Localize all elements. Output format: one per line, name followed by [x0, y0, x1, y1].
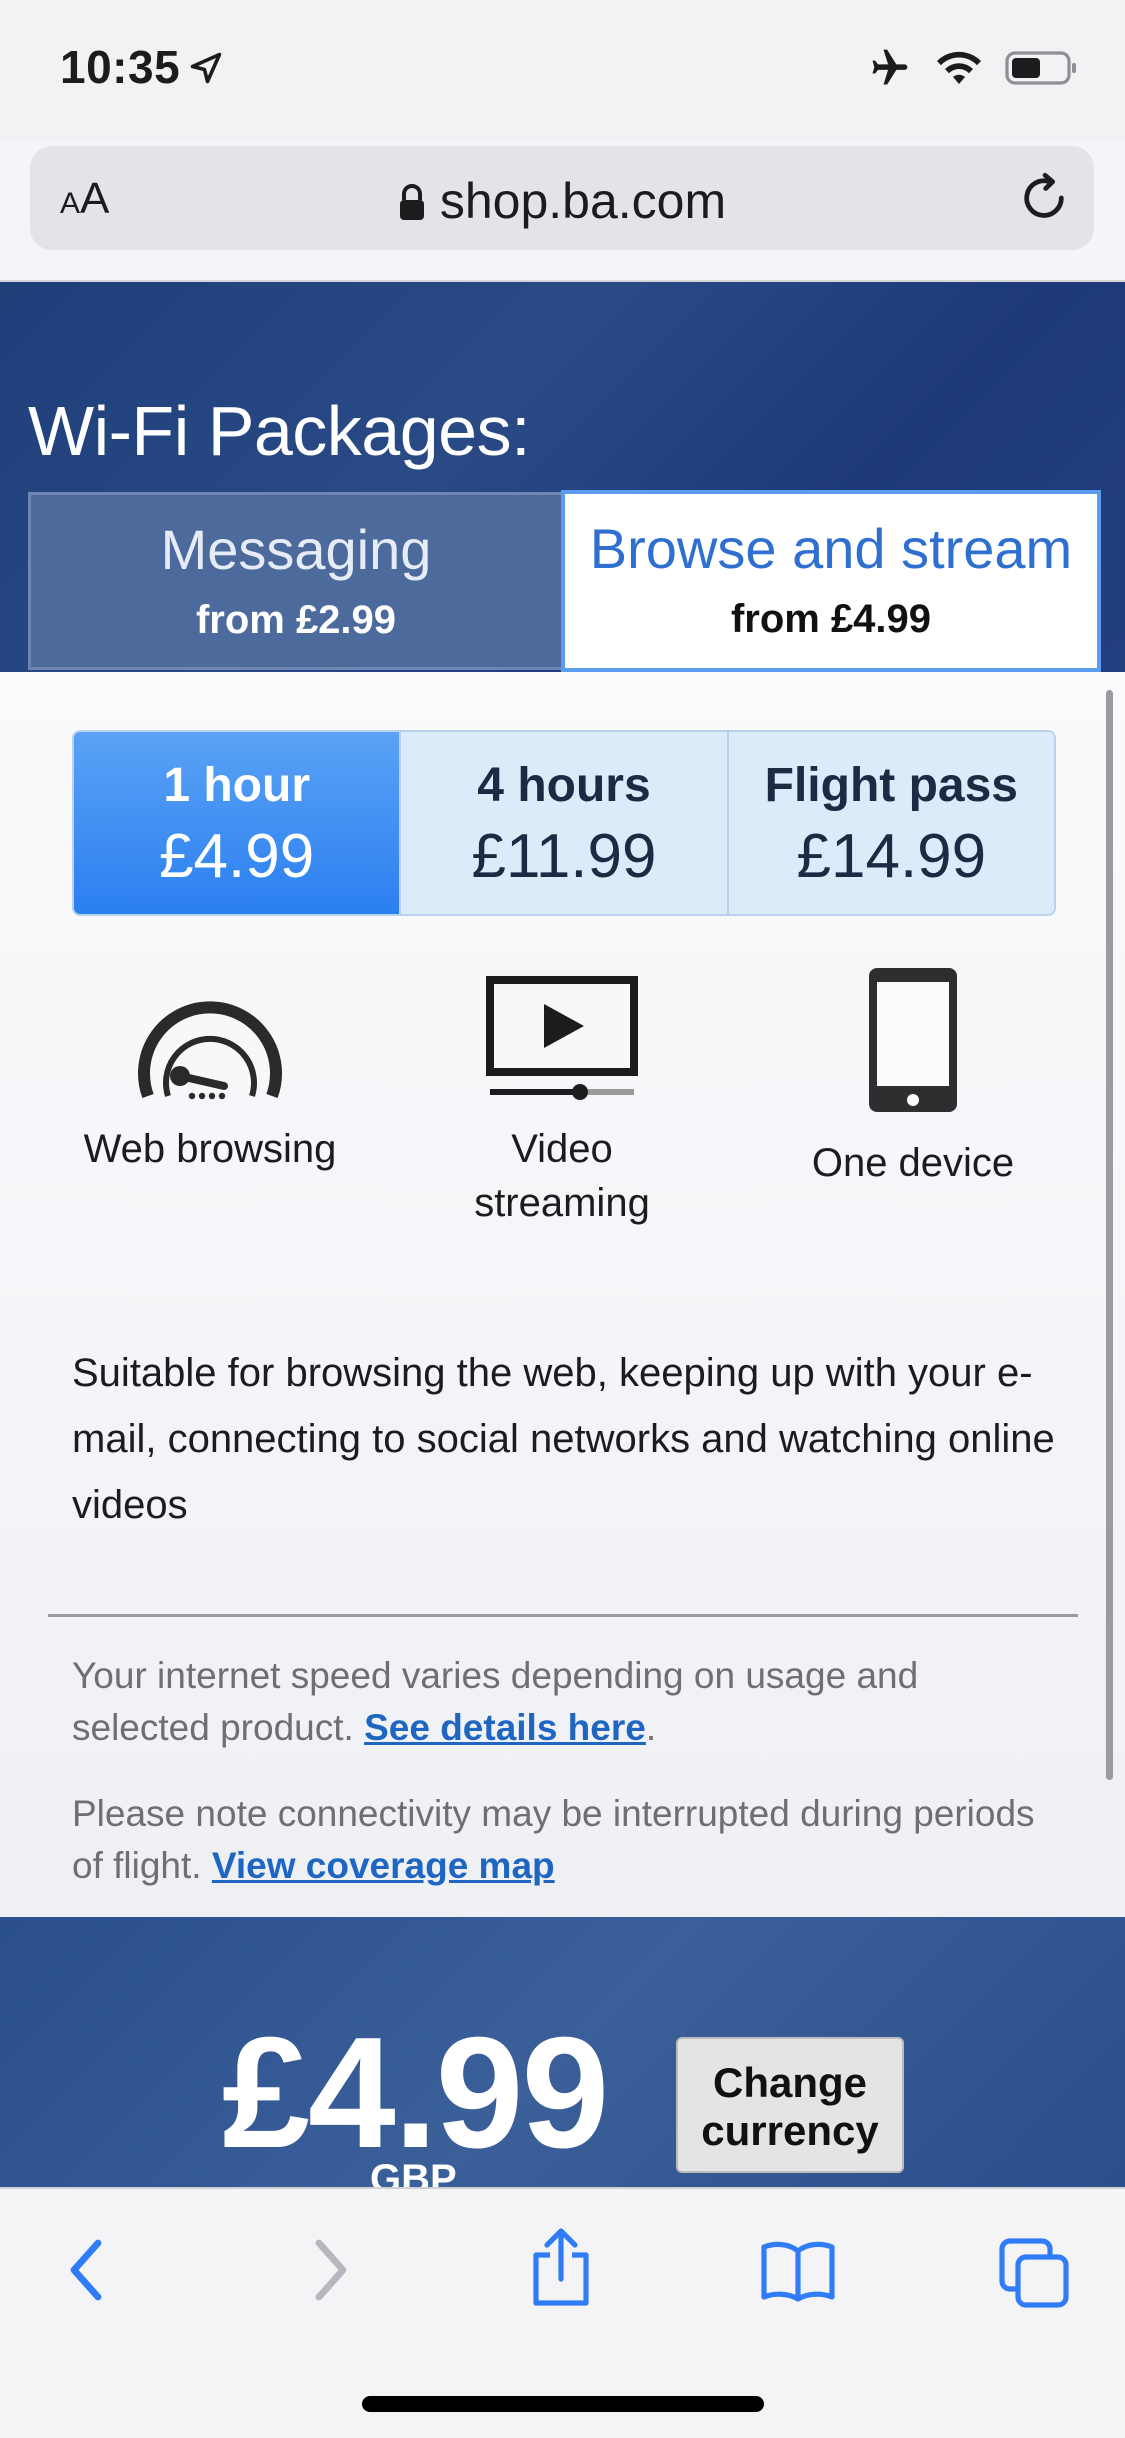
status-time: 10:35: [60, 41, 181, 93]
airplane-icon: [872, 49, 908, 85]
url-display[interactable]: shop.ba.com: [30, 172, 1094, 230]
change-currency-button[interactable]: Change currency: [676, 2037, 904, 2173]
feature-web-browsing: Web browsing: [40, 972, 380, 1176]
video-player-icon: [486, 976, 638, 1100]
plan-1-hour[interactable]: 1 hour £4.99: [74, 732, 400, 914]
bookmarks-icon[interactable]: [760, 2239, 836, 2303]
speed-note-period: .: [645, 1707, 657, 1748]
plan-name: 1 hour: [163, 759, 310, 812]
smartphone-icon: [869, 968, 957, 1112]
back-icon[interactable]: [62, 2235, 112, 2305]
plan-name: Flight pass: [764, 759, 1018, 812]
url-text: shop.ba.com: [439, 173, 727, 229]
price-summary: £4.99 GBP Change currency: [0, 1917, 1125, 2187]
plan-selector: 1 hour £4.99 4 hours £11.99 Flight pass …: [72, 730, 1056, 916]
see-details-link[interactable]: See details here: [364, 1707, 646, 1748]
coverage-note: Please note connectivity may be interrup…: [72, 1788, 1062, 1892]
button-label-line1: Change: [712, 2059, 867, 2106]
scrollbar[interactable]: [1106, 690, 1113, 1780]
plan-price: £4.99: [159, 822, 315, 891]
reload-icon[interactable]: [1018, 172, 1070, 224]
package-description: Suitable for browsing the web, keeping u…: [72, 1351, 1055, 1527]
view-coverage-map-link[interactable]: View coverage map: [212, 1845, 555, 1886]
home-indicator[interactable]: [362, 2396, 764, 2412]
speedometer-icon: [138, 1001, 282, 1100]
currency-code: GBP: [370, 2157, 457, 2187]
plan-4-hours[interactable]: 4 hours £11.99: [399, 732, 727, 914]
feature-label: One device: [811, 1141, 1015, 1185]
tab-name: Browse and stream: [589, 517, 1073, 580]
feature-video-streaming: Video streaming: [392, 972, 732, 1230]
tab-price: from £2.99: [195, 598, 397, 642]
speed-note: Your internet speed varies depending on …: [72, 1650, 1062, 1754]
packages-header: Wi-Fi Packages: Messaging from £2.99 Bro…: [0, 282, 1125, 674]
features: Web browsing Video streaming One device: [0, 968, 1125, 1272]
feature-label-line1: Video: [511, 1127, 613, 1171]
tab-price: from £4.99: [730, 597, 932, 641]
battery-icon: [1005, 51, 1076, 85]
feature-label-line2: streaming: [474, 1181, 650, 1225]
address-bar[interactable]: AA shop.ba.com: [30, 146, 1094, 250]
page-title: Wi-Fi Packages:: [28, 391, 531, 470]
plan-price: £11.99: [471, 822, 657, 891]
button-label-line2: currency: [701, 2107, 879, 2154]
plan-name: 4 hours: [477, 759, 651, 812]
lock-icon: [399, 184, 424, 220]
tab-browse-and-stream[interactable]: Browse and stream from £4.99: [561, 490, 1101, 674]
status-bar: 10:35: [0, 0, 1125, 140]
share-icon[interactable]: [528, 2225, 594, 2309]
tab-name: Messaging: [160, 518, 432, 581]
package-content: 1 hour £4.99 4 hours £11.99 Flight pass …: [0, 672, 1125, 1917]
divider: [48, 1614, 1078, 1617]
feature-label: Web browsing: [83, 1127, 337, 1171]
location-arrow-icon: [190, 52, 222, 84]
feature-one-device: One device: [743, 964, 1083, 1190]
tab-messaging[interactable]: Messaging from £2.99: [28, 492, 561, 670]
plan-price: £14.99: [796, 822, 987, 891]
forward-icon[interactable]: [305, 2235, 355, 2305]
plan-flight-pass[interactable]: Flight pass £14.99: [726, 732, 1054, 914]
tabs-icon[interactable]: [998, 2237, 1070, 2309]
wifi-icon: [937, 51, 981, 84]
status-icons: [865, 46, 1079, 90]
